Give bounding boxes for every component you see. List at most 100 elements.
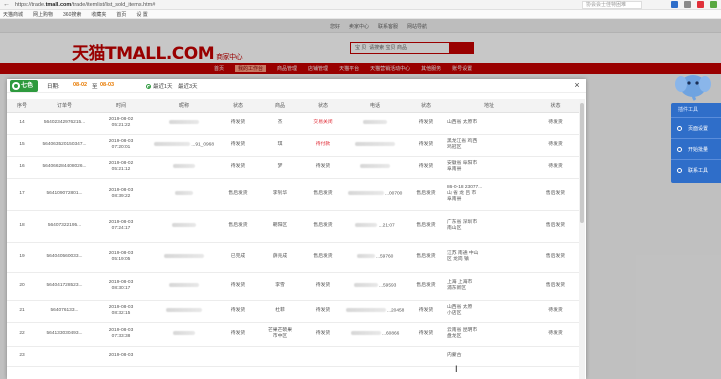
table-row[interactable]: 17 564109072801... 2019-08-03 08:39:22 售后发货… xyxy=(7,178,579,211)
cell-text: ...91_0968 xyxy=(189,142,214,148)
redacted-bar xyxy=(355,222,378,227)
cell-buyer-nick xyxy=(150,322,218,347)
redacted-bar xyxy=(353,282,378,287)
cell-phone: ...00700 xyxy=(344,178,406,211)
redacted-bar xyxy=(169,282,199,287)
table-row[interactable]: 18 56407322195... 2019-08-03 07:24:17 售后发货朝… xyxy=(7,210,579,243)
side-item-label: 页面设置 xyxy=(688,125,709,132)
side-item-settings[interactable]: 页面设置 xyxy=(671,117,721,138)
table-row[interactable]: 15 564063520150347... 2019-08-03 07:20:01 … xyxy=(7,134,579,157)
cell-item-name: 薛兆成 xyxy=(258,242,302,273)
date-from-field[interactable]: 08-02 xyxy=(73,82,87,88)
column-header: 状态 xyxy=(218,99,258,113)
cell-status-3: 售后发货 xyxy=(406,178,446,211)
cell-order-id: 56402342976215... xyxy=(37,112,92,135)
back-icon[interactable]: ← xyxy=(3,1,11,9)
contact-icon xyxy=(677,167,682,173)
modal-header: 七色查 日期: 08-02 至 08-03 最近1天 最近3天 × xyxy=(7,79,586,101)
extension-icon[interactable] xyxy=(671,1,678,8)
table-row[interactable]: 23 2019-08-03 内蒙古 xyxy=(7,346,579,367)
cell-status-4: 待发货 xyxy=(532,134,579,157)
cell-status-2: 售后发货 xyxy=(302,210,344,243)
cell-phone: ...60866 xyxy=(344,322,406,347)
cell-status-1: 待发货 xyxy=(218,300,258,323)
bookmark-item[interactable]: 网上购物 xyxy=(33,11,53,18)
cell-buyer-nick xyxy=(150,112,218,135)
date-to-field[interactable]: 08-03 xyxy=(100,82,114,88)
cell-phone xyxy=(344,156,406,179)
tool-icon[interactable] xyxy=(710,1,717,8)
column-header: 状态 xyxy=(302,99,344,113)
cell-order-id: 564040560033... xyxy=(37,242,92,273)
cell-order-time: 2019-08-03 xyxy=(92,346,150,367)
cell-text: ...00700 xyxy=(383,191,403,197)
radio-last-3-days[interactable]: 最近3天 xyxy=(178,82,198,90)
text-cursor-icon: I xyxy=(455,364,458,374)
settings-icon xyxy=(677,125,682,131)
redacted-bar xyxy=(355,141,395,146)
cell-status-4: 待发货 xyxy=(532,112,579,135)
cell-status-3: 售后发货 xyxy=(406,242,446,273)
column-header: 昵称 xyxy=(150,99,218,113)
cell-item-name: 梦 xyxy=(258,156,302,179)
cell-status-3: 待发货 xyxy=(406,156,446,179)
cell-status-2 xyxy=(302,346,344,367)
side-item-contact[interactable]: 联系工具 xyxy=(671,159,721,180)
cell-status-3: 待发货 xyxy=(406,300,446,323)
cell-order-time: 2019-08-03 08:30:17 xyxy=(92,272,150,301)
cell-status-3 xyxy=(406,346,446,367)
cell-buyer-nick xyxy=(150,272,218,301)
cell-order-index: 23 xyxy=(7,346,37,367)
qisecha-brand: 七色查 xyxy=(10,80,38,101)
cell-status-1: 待发货 xyxy=(218,272,258,301)
cell-order-index: 14 xyxy=(7,112,37,135)
table-row[interactable]: 14 56402342976215... 2019-08-02 05:21:22 待发… xyxy=(7,112,579,135)
date-separator: 至 xyxy=(92,84,98,90)
table-scrollbar[interactable] xyxy=(579,99,585,379)
order-table-container[interactable]: 序号 订单号 时间 昵称 状态 商品 状态 电话 状态 地址 状态 14 56402342976215… xyxy=(7,99,579,379)
side-item-label: 开始批量 xyxy=(688,146,709,153)
table-row[interactable]: 21 564076133... 2019-08-03 08:32:15 待发货 杜菲 待发… xyxy=(7,300,579,323)
table-row[interactable]: 20 564041728523... 2019-08-03 08:30:17 待发货李… xyxy=(7,272,579,301)
table-row[interactable]: 16 564066284408026... 2019-08-02 05:21:12 待… xyxy=(7,156,579,179)
table-row[interactable]: 19 564040560033... 2019-08-03 05:19:05 已完成薛… xyxy=(7,242,579,273)
redacted-bar xyxy=(363,119,387,124)
batch-icon xyxy=(677,146,682,152)
cell-address: 江苏 南通 中山 区 龙岗 镇 xyxy=(446,242,532,273)
scrollbar-thumb[interactable] xyxy=(580,103,584,223)
cell-order-id: 564076133... xyxy=(37,300,92,323)
redacted-bar xyxy=(172,222,196,227)
cell-status-1: 售后发货 xyxy=(218,178,258,211)
cell-phone xyxy=(344,346,406,367)
date-label: 日期: xyxy=(47,84,60,90)
cell-address: 山西省 太原市 xyxy=(446,112,532,135)
browser-toolbar xyxy=(671,1,717,8)
cell-phone: ...59760 xyxy=(344,242,406,273)
side-item-batch[interactable]: 开始批量 xyxy=(671,138,721,159)
cell-buyer-nick: ...91_0968 xyxy=(150,134,218,157)
bookmark-item[interactable]: 收藏夹 xyxy=(91,11,106,18)
bookmark-item[interactable]: 360搜索 xyxy=(63,11,81,18)
cell-order-index: 18 xyxy=(7,210,37,243)
app-icon[interactable] xyxy=(697,1,704,8)
column-header: 电话 xyxy=(344,99,406,113)
elephant-mascot-icon[interactable] xyxy=(675,70,711,104)
cell-order-id: 564109072801... xyxy=(37,178,92,211)
cell-address: 广东省 深圳市 南山区 xyxy=(446,210,532,243)
cell-order-index: 16 xyxy=(7,156,37,179)
radio-last-1-day[interactable]: 最近1天 xyxy=(146,82,173,90)
bookmark-item[interactable]: 首页 xyxy=(116,11,126,18)
cell-order-time: 2019-08-03 07:24:17 xyxy=(92,210,150,243)
cell-status-2: 售后发货 xyxy=(302,178,344,211)
cell-status-3: 售后发货 xyxy=(406,272,446,301)
menu-icon[interactable] xyxy=(684,1,691,8)
bookmark-item[interactable]: 设 置 xyxy=(136,11,147,18)
cell-phone: ...21:07 xyxy=(344,210,406,243)
bookmark-item[interactable]: 天猫商城 xyxy=(3,11,23,18)
cell-item-name: 杜菲 xyxy=(258,300,302,323)
close-icon[interactable]: × xyxy=(572,80,582,90)
url-field[interactable]: https://trade.tmall.com/trade/itemlist/l… xyxy=(15,2,155,8)
browser-search-input[interactable]: 协会会士佳特困难 xyxy=(582,1,642,9)
table-row[interactable]: 22 564133030493... 2019-08-03 07:33:38 待发货芒… xyxy=(7,322,579,347)
cell-status-1: 待发货 xyxy=(218,134,258,157)
